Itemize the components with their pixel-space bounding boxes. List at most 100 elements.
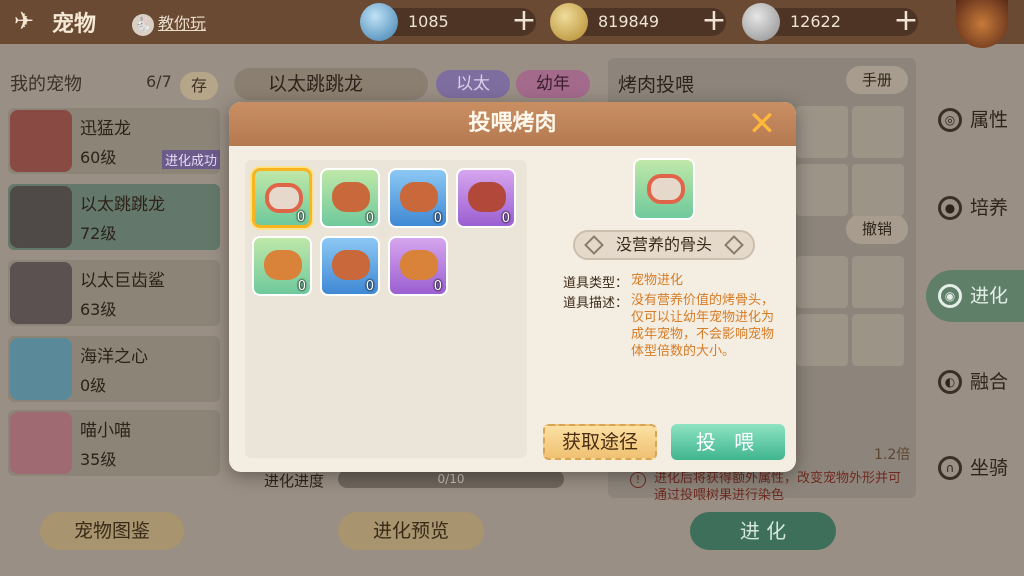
guild-emblem-icon[interactable] xyxy=(956,0,1008,48)
silver-coin-icon xyxy=(742,3,780,41)
rabbit-icon: 🐇 xyxy=(132,14,154,36)
feed-slot[interactable] xyxy=(796,106,848,158)
feed-slot[interactable] xyxy=(852,256,904,308)
item-bone[interactable]: 0 xyxy=(252,168,312,228)
teach-link[interactable]: 🐇 教你玩 xyxy=(132,10,206,36)
pet-level: 72级 xyxy=(80,224,117,243)
item-count: 0 xyxy=(433,211,442,226)
item-name: 没营养的骨头 xyxy=(615,235,712,254)
selected-item-icon xyxy=(633,158,695,220)
page-title: 宠物 xyxy=(52,12,97,37)
gem-counter: 1085 + xyxy=(360,3,537,41)
fuse-icon: ◐ xyxy=(938,370,962,394)
feed-meat-dialog: 投喂烤肉 ✕ 0 0 0 0 0 0 0 没营养的骨头 道具类型： 宠物进化 道… xyxy=(229,102,796,472)
pet-level: 0级 xyxy=(80,376,107,395)
evolve-note: 进化后将获得额外属性，改变宠物外形并可通过投喂树果进行染色 xyxy=(654,471,902,503)
gem-icon xyxy=(360,3,398,41)
pet-list-title: 我的宠物 xyxy=(10,74,82,95)
store-button[interactable]: 存 xyxy=(180,72,218,100)
pet-level: 35级 xyxy=(80,450,117,469)
paw-icon: ● xyxy=(938,196,962,220)
evolve-progress-bar: 0/10 xyxy=(338,470,564,488)
pet-avatar xyxy=(10,186,72,248)
sidebar-item-label: 坐骑 xyxy=(970,457,1009,479)
meat-icon xyxy=(332,182,370,212)
item-count: 0 xyxy=(501,211,510,226)
pet-avatar xyxy=(10,110,72,172)
evolve-success-badge: 进化成功 xyxy=(162,150,220,169)
pet-name: 以太跳跳龙 xyxy=(80,195,165,215)
bone-icon xyxy=(647,174,685,204)
feed-slot[interactable] xyxy=(796,256,848,308)
evolve-button[interactable]: 进 化 xyxy=(690,512,836,550)
item-roast-chicken[interactable]: 0 xyxy=(388,236,448,296)
add-silver-button[interactable]: + xyxy=(890,6,922,38)
sidebar-item-evolve[interactable]: ◉ 进化 xyxy=(926,270,1024,322)
item-meat[interactable]: 0 xyxy=(320,168,380,228)
roast-meat-icon xyxy=(400,182,438,212)
back-icon[interactable]: ✈ xyxy=(14,6,44,36)
gem-value: 1085 xyxy=(408,12,449,31)
undo-button[interactable]: 撤销 xyxy=(846,214,908,244)
feed-slot[interactable] xyxy=(852,106,904,158)
drumstick-icon xyxy=(332,250,370,280)
feed-panel-title: 烤肉投喂 xyxy=(618,74,695,96)
size-multiplier: 1.2倍 xyxy=(874,447,911,463)
pet-name: 迅猛龙 xyxy=(80,119,131,139)
item-desc-label: 道具描述： xyxy=(563,296,629,311)
pet-card[interactable]: 以太跳跳龙 72级 xyxy=(8,184,220,250)
pet-codex-button[interactable]: 宠物图鉴 xyxy=(40,512,184,550)
item-drumstick[interactable]: 0 xyxy=(320,236,380,296)
roast-chicken-icon xyxy=(400,250,438,280)
evolve-progress-label: 进化进度 xyxy=(264,472,325,490)
selected-pet-name: 以太跳跳龙 xyxy=(234,68,428,100)
sidebar-item-label: 属性 xyxy=(970,109,1009,131)
item-type-label: 道具类型： xyxy=(563,276,629,291)
diamond-ornament-icon xyxy=(584,235,604,255)
info-icon: ! xyxy=(630,472,646,488)
pet-avatar xyxy=(10,412,72,474)
pet-card[interactable]: 以太巨齿鲨 63级 xyxy=(8,260,220,326)
top-bar: ✈ 宠物 🐇 教你玩 1085 + 819849 + 12622 + xyxy=(0,0,1024,48)
pet-avatar xyxy=(10,262,72,324)
item-type-value: 宠物进化 xyxy=(631,273,684,288)
item-desc-value: 没有营养价值的烤骨头，仅可以让幼年宠物进化为成年宠物，不会影响宠物体型倍数的大小… xyxy=(631,293,775,359)
silver-counter: 12622 + xyxy=(742,3,919,41)
silver-value: 12622 xyxy=(790,12,841,31)
sidebar-item-label: 进化 xyxy=(970,285,1009,307)
pet-card[interactable]: 迅猛龙 60级 进化成功 xyxy=(8,108,220,174)
feed-slot[interactable] xyxy=(852,314,904,366)
roast-boar-icon xyxy=(468,182,506,212)
pet-card[interactable]: 喵小喵 35级 xyxy=(8,410,220,476)
feed-slot[interactable] xyxy=(796,164,848,216)
add-gold-button[interactable]: + xyxy=(698,6,730,38)
evolve-icon: ◉ xyxy=(938,284,962,308)
item-count: 0 xyxy=(365,211,374,226)
target-icon: ◎ xyxy=(938,108,962,132)
sidebar-item-attributes[interactable]: ◎ 属性 xyxy=(926,94,1024,146)
pet-level: 63级 xyxy=(80,300,117,319)
feed-slot[interactable] xyxy=(852,164,904,216)
item-boar[interactable]: 0 xyxy=(456,168,516,228)
feed-slot[interactable] xyxy=(796,314,848,366)
item-drumstick[interactable]: 0 xyxy=(252,236,312,296)
sidebar-item-fuse[interactable]: ◐ 融合 xyxy=(926,356,1024,408)
pet-card[interactable]: 海洋之心 0级 xyxy=(8,336,220,402)
evolve-preview-button[interactable]: 进化预览 xyxy=(338,512,484,550)
item-meat[interactable]: 0 xyxy=(388,168,448,228)
close-button[interactable]: ✕ xyxy=(745,107,779,142)
sidebar-item-label: 融合 xyxy=(970,371,1009,393)
add-gem-button[interactable]: + xyxy=(508,6,540,38)
drumstick-icon xyxy=(264,250,302,280)
manual-button[interactable]: 手册 xyxy=(846,66,908,94)
obtain-source-button[interactable]: 获取途径 xyxy=(543,424,657,460)
teach-label: 教你玩 xyxy=(158,14,207,33)
pet-level: 60级 xyxy=(80,148,117,167)
sidebar-item-train[interactable]: ● 培养 xyxy=(926,182,1024,234)
item-count: 0 xyxy=(365,279,374,294)
item-count: 0 xyxy=(296,210,305,225)
feed-button[interactable]: 投 喂 xyxy=(671,424,785,460)
pet-name: 以太巨齿鲨 xyxy=(80,271,165,291)
item-count: 0 xyxy=(433,279,442,294)
sidebar-item-mount[interactable]: ∩ 坐骑 xyxy=(926,442,1024,494)
